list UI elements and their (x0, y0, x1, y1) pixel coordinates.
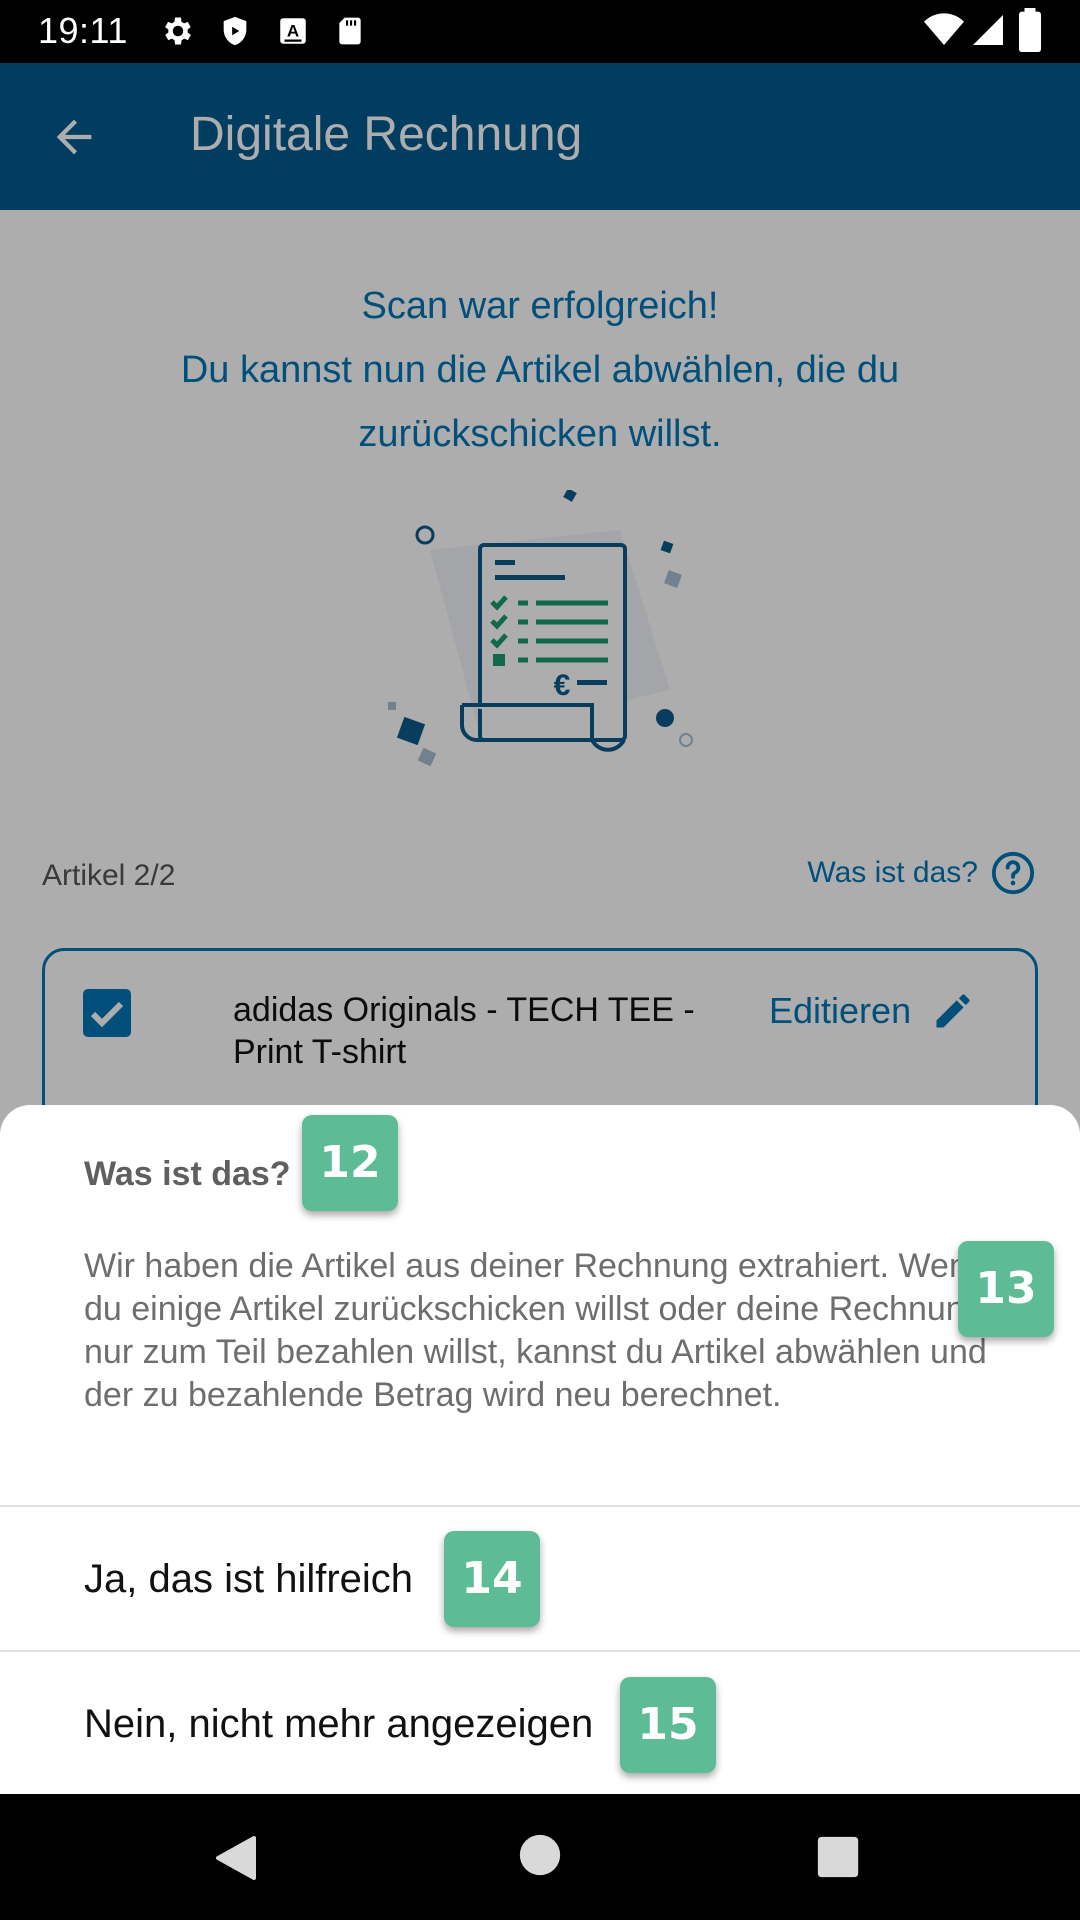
option-dont-show-label: Nein, nicht mehr angezeigen (84, 1702, 594, 1746)
wifi-icon (924, 13, 964, 45)
status-time: 19:11 (38, 10, 128, 51)
marker-badge: 15 (620, 1677, 716, 1773)
signal-icon (973, 15, 1003, 45)
option-helpful[interactable]: Ja, das ist hilfreich (0, 1507, 1080, 1650)
back-triangle-icon[interactable] (214, 1834, 258, 1882)
sheet-body: Wir haben die Artikel aus deiner Rechnun… (84, 1247, 987, 1414)
recents-square-icon[interactable] (816, 1835, 860, 1879)
status-bar: 19:11 A (0, 0, 1080, 63)
marker-badge: 13 (958, 1241, 1054, 1337)
system-nav-bar (0, 1794, 1080, 1920)
bottom-sheet: Was ist das? Wir haben die Artikel aus d… (0, 1105, 1080, 1794)
sheet-title: Was ist das? (84, 1155, 291, 1193)
svg-text:A: A (287, 22, 299, 41)
screen: 19:11 A Digitale Rechnung Scan war erfol… (0, 0, 1080, 1920)
gear-icon (165, 17, 191, 45)
marker-badge: 14 (444, 1531, 540, 1627)
option-helpful-label: Ja, das ist hilfreich (84, 1557, 414, 1601)
shield-icon (223, 16, 247, 46)
sd-card-icon (339, 17, 361, 45)
home-circle-icon[interactable] (518, 1833, 562, 1877)
battery-icon (1019, 8, 1041, 52)
font-a-icon: A (280, 18, 306, 44)
option-dont-show-again[interactable]: Nein, nicht mehr angezeigen (0, 1652, 1080, 1795)
marker-badge: 12 (302, 1115, 398, 1211)
